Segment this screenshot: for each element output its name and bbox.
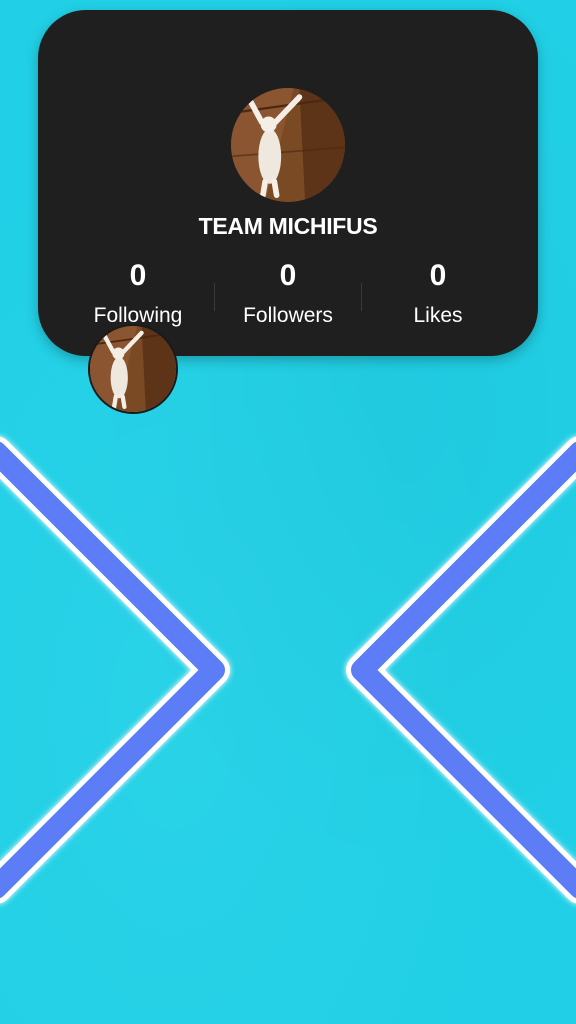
next-arrow-icon[interactable]: [346, 436, 576, 904]
cat-photo-icon: [231, 88, 345, 202]
likes-label: Likes: [413, 304, 463, 327]
followers-count: 0: [279, 259, 297, 292]
stat-divider: [361, 283, 362, 311]
following-count: 0: [129, 259, 147, 292]
likes-count: 0: [429, 259, 447, 292]
likes-stat[interactable]: 0 Likes: [363, 258, 513, 330]
team-name: TEAM MICHIFUS: [198, 213, 378, 239]
followers-label: Followers: [243, 304, 333, 327]
floating-avatar[interactable]: [88, 324, 178, 414]
profile-avatar[interactable]: [231, 88, 345, 202]
followers-stat[interactable]: 0 Followers: [213, 258, 363, 330]
prev-arrow-icon[interactable]: [0, 436, 230, 904]
following-stat[interactable]: 0 Following: [63, 258, 213, 330]
cat-photo-icon: [90, 326, 176, 412]
